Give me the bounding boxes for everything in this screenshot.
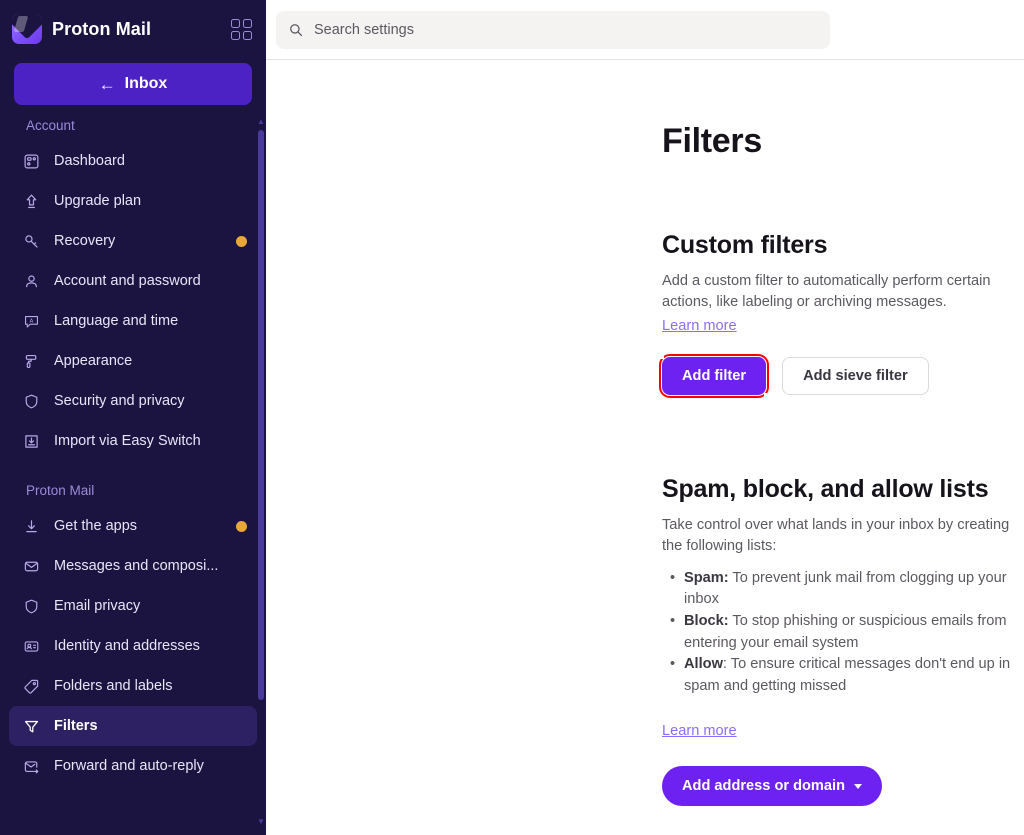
add-filter-button[interactable]: Add filter bbox=[662, 357, 766, 395]
sidebar-item-appearance[interactable]: Appearance bbox=[9, 341, 257, 381]
sidebar-item-upgrade-plan[interactable]: Upgrade plan bbox=[9, 181, 257, 221]
sidebar-group-label-proton-mail: Proton Mail bbox=[0, 461, 266, 506]
sidebar-item-forward-and-auto-reply[interactable]: Forward and auto-reply bbox=[9, 746, 257, 786]
key-icon bbox=[21, 231, 41, 251]
notification-badge-dot bbox=[236, 521, 247, 532]
dashboard-icon bbox=[21, 151, 41, 171]
sidebar-item-label: Dashboard bbox=[54, 153, 125, 169]
sidebar-item-get-the-apps[interactable]: Get the apps bbox=[9, 506, 257, 546]
import-icon bbox=[21, 431, 41, 451]
svg-text:A: A bbox=[29, 318, 33, 324]
list-item: Spam: To prevent junk mail from clogging… bbox=[684, 568, 1024, 611]
spam-lists-button-row: Add address or domain bbox=[662, 740, 1024, 806]
paint-roller-icon bbox=[21, 351, 41, 371]
page-title: Filters bbox=[662, 122, 1024, 161]
custom-filters-button-row: Add filter Add sieve filter bbox=[662, 357, 1024, 395]
sidebar-item-label: Identity and addresses bbox=[54, 638, 200, 654]
list-types: Spam: To prevent junk mail from clogging… bbox=[662, 568, 1024, 698]
grid-cell bbox=[243, 19, 252, 28]
section-title: Custom filters bbox=[662, 231, 1024, 260]
shield-icon bbox=[21, 596, 41, 616]
scroll-up-arrow-icon[interactable]: ▲ bbox=[257, 118, 265, 126]
back-to-inbox-button[interactable]: ← Inbox bbox=[14, 63, 252, 105]
app-switcher-icon[interactable] bbox=[230, 18, 252, 40]
list-item-text: To prevent junk mail from clogging up yo… bbox=[684, 570, 1007, 608]
sidebar-item-label: Security and privacy bbox=[54, 393, 185, 409]
tag-icon bbox=[21, 676, 41, 696]
sidebar-item-account-and-password[interactable]: Account and password bbox=[9, 261, 257, 301]
scroll-down-arrow-icon[interactable]: ▼ bbox=[257, 818, 265, 826]
sidebar-item-label: Upgrade plan bbox=[54, 193, 141, 209]
proton-mail-logo-icon bbox=[12, 14, 42, 44]
sidebar-item-label: Account and password bbox=[54, 273, 201, 289]
chevron-down-icon bbox=[854, 784, 862, 789]
notification-badge-dot bbox=[236, 236, 247, 247]
list-item-text: : To ensure critical messages don't end … bbox=[684, 656, 1010, 694]
sidebar-group-label-account: Account bbox=[0, 110, 266, 141]
envelope-icon bbox=[21, 556, 41, 576]
learn-more-link-spam-lists[interactable]: Learn more bbox=[662, 723, 737, 739]
sidebar-item-folders-and-labels[interactable]: Folders and labels bbox=[9, 666, 257, 706]
list-item-text: To stop phishing or suspicious emails fr… bbox=[684, 613, 1007, 651]
sidebar-item-messages-and-composing[interactable]: Messages and composi... bbox=[9, 546, 257, 586]
add-address-or-domain-label: Add address or domain bbox=[682, 778, 845, 794]
grid-cell bbox=[243, 31, 252, 40]
sidebar-item-language-and-time[interactable]: A Language and time bbox=[9, 301, 257, 341]
section-spam-block-allow: Spam, block, and allow lists Take contro… bbox=[662, 475, 1024, 806]
settings-content: Filters Custom filters Add a custom filt… bbox=[266, 60, 1024, 806]
sidebar-item-filters[interactable]: Filters bbox=[9, 706, 257, 746]
sidebar-item-label: Get the apps bbox=[54, 518, 137, 534]
settings-main: Filters Custom filters Add a custom filt… bbox=[266, 0, 1024, 835]
add-address-or-domain-button[interactable]: Add address or domain bbox=[662, 766, 882, 806]
settings-sidebar: Proton Mail ← Inbox Account bbox=[0, 0, 266, 835]
sidebar-item-email-privacy[interactable]: Email privacy bbox=[9, 586, 257, 626]
forward-envelope-icon bbox=[21, 756, 41, 776]
sidebar-item-label: Import via Easy Switch bbox=[54, 433, 201, 449]
language-icon: A bbox=[21, 311, 41, 331]
list-item-term: Spam: bbox=[684, 570, 729, 586]
grid-cell bbox=[231, 31, 240, 40]
list-item: Block: To stop phishing or suspicious em… bbox=[684, 611, 1024, 654]
sidebar-nav-scroll: Account Dashboard bbox=[0, 110, 266, 835]
section-title: Spam, block, and allow lists bbox=[662, 475, 1024, 504]
download-icon bbox=[21, 516, 41, 536]
sidebar-item-security-and-privacy[interactable]: Security and privacy bbox=[9, 381, 257, 421]
settings-topbar bbox=[266, 0, 1024, 60]
section-custom-filters: Custom filters Add a custom filter to au… bbox=[662, 231, 1024, 395]
sidebar-item-label: Messages and composi... bbox=[54, 558, 218, 574]
section-description: Add a custom filter to automatically per… bbox=[662, 271, 1024, 312]
sidebar-item-label: Forward and auto-reply bbox=[54, 758, 204, 774]
list-item: Allow: To ensure critical messages don't… bbox=[684, 654, 1024, 697]
upgrade-icon bbox=[21, 191, 41, 211]
sidebar-item-import-via-easy-switch[interactable]: Import via Easy Switch bbox=[9, 421, 257, 461]
sidebar-item-dashboard[interactable]: Dashboard bbox=[9, 141, 257, 181]
sidebar-item-recovery[interactable]: Recovery bbox=[9, 221, 257, 261]
learn-more-link-custom-filters[interactable]: Learn more bbox=[662, 318, 737, 334]
sidebar-item-label: Appearance bbox=[54, 353, 132, 369]
sidebar-item-label: Language and time bbox=[54, 313, 178, 329]
search-input[interactable] bbox=[314, 22, 818, 38]
search-settings-box[interactable] bbox=[276, 11, 830, 49]
brand-title: Proton Mail bbox=[52, 19, 151, 40]
sidebar-item-label: Folders and labels bbox=[54, 678, 173, 694]
sidebar-item-label: Recovery bbox=[54, 233, 115, 249]
search-icon bbox=[288, 22, 304, 38]
grid-cell bbox=[231, 19, 240, 28]
add-sieve-filter-button[interactable]: Add sieve filter bbox=[782, 357, 929, 395]
funnel-icon bbox=[21, 716, 41, 736]
arrow-left-icon: ← bbox=[99, 76, 116, 93]
sidebar-scrollbar-thumb[interactable] bbox=[258, 130, 264, 700]
shield-icon bbox=[21, 391, 41, 411]
sidebar-item-label: Email privacy bbox=[54, 598, 140, 614]
inbox-button-label: Inbox bbox=[125, 75, 168, 93]
sidebar-item-label: Filters bbox=[54, 718, 98, 734]
sidebar-header: Proton Mail bbox=[0, 0, 266, 58]
app-root: Proton Mail ← Inbox Account bbox=[0, 0, 1024, 835]
list-item-term: Block: bbox=[684, 613, 729, 629]
section-description: Take control over what lands in your inb… bbox=[662, 515, 1024, 556]
id-card-icon bbox=[21, 636, 41, 656]
user-icon bbox=[21, 271, 41, 291]
list-item-term: Allow bbox=[684, 656, 723, 672]
sidebar-item-identity-and-addresses[interactable]: Identity and addresses bbox=[9, 626, 257, 666]
